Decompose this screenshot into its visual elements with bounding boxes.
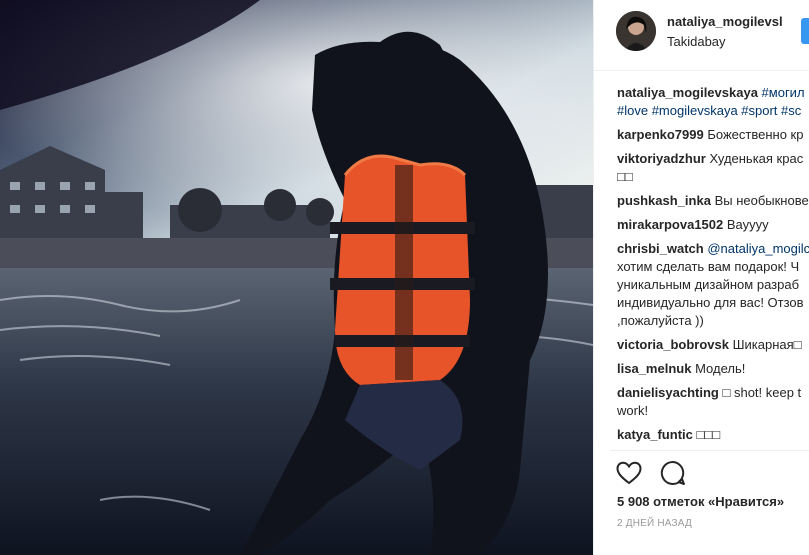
comment: chrisbi_watch @nataliya_mogilc хотим сде… (617, 240, 809, 330)
post-location[interactable]: Takidabay (667, 34, 726, 49)
comment: karpenko7999 Божественно кр (617, 126, 809, 144)
comment-text-line: уникальным дизайном разраб (617, 277, 800, 292)
comment-text: Модель! (695, 361, 746, 376)
comment-username[interactable]: katya_funtic (617, 427, 693, 442)
post-photo[interactable] (0, 0, 593, 555)
post-caption: nataliya_mogilevskaya #могил #love #mogi… (617, 84, 809, 120)
post-header: nataliya_mogilevsl Takidabay (594, 0, 809, 71)
owner-username[interactable]: nataliya_mogilevsl (667, 14, 783, 29)
caption-hashtags-line[interactable]: #love #mogilevskaya #sport #sc (617, 102, 809, 120)
comment-text: Худенькая крас (709, 151, 804, 166)
comment-username[interactable]: lisa_melnuk (617, 361, 691, 376)
comment-username[interactable]: victoria_bobrovsk (617, 337, 729, 352)
likes-count[interactable]: 5 908 отметок «Нравится» (617, 494, 784, 509)
comment-text-line: хотим сделать вам подарок! Ч (617, 259, 800, 274)
comment-text-line: ,пожалуйста )) (617, 313, 704, 328)
comment: lisa_melnuk Модель! (617, 360, 809, 378)
comment-text: Шикарная□ (732, 337, 802, 352)
comment-mention[interactable]: @nataliya_mogilc (707, 241, 809, 256)
comment-username[interactable]: viktoriyadzhur (617, 151, 706, 166)
comment: mirakarpova1502 Вауууу (617, 216, 809, 234)
comment: katya_funtic □□□ (617, 426, 809, 444)
comment-text: Вы необыкнове (714, 193, 809, 208)
comment: danielisyachting □ shot! keep t work! (617, 384, 809, 420)
comment: viktoriyadzhur Худенькая крас □□ (617, 150, 809, 186)
avatar[interactable] (616, 11, 656, 51)
comment: victoria_bobrovsk Шикарная□ (617, 336, 809, 354)
caption-username[interactable]: nataliya_mogilevskaya (617, 85, 758, 100)
comment-text: Вауууу (726, 217, 769, 232)
comment-text: Божественно кр (707, 127, 804, 142)
beach-photo-image (0, 0, 593, 555)
post-side-panel: nataliya_mogilevsl Takidabay nataliya_mo… (593, 0, 809, 555)
comment-text-continued: work! (617, 403, 649, 418)
comment-username[interactable]: danielisyachting (617, 385, 719, 400)
comment-text: □ shot! keep t (722, 385, 802, 400)
follow-button[interactable] (801, 18, 809, 44)
divider (610, 450, 809, 451)
comment-username[interactable]: mirakarpova1502 (617, 217, 723, 232)
comment-text: □□□ (696, 427, 721, 442)
comment-username[interactable]: karpenko7999 (617, 127, 704, 142)
comment-text-continued: □□ (617, 169, 633, 184)
post-date[interactable]: 2 ДНЕЙ НАЗАД (617, 518, 692, 529)
post-actions (616, 460, 700, 486)
comment-username[interactable]: pushkash_inka (617, 193, 711, 208)
comment: pushkash_inka Вы необыкнове (617, 192, 809, 210)
comment-username[interactable]: chrisbi_watch (617, 241, 704, 256)
caption-hashtag[interactable]: #могил (762, 85, 805, 100)
comment-icon[interactable] (660, 460, 686, 491)
comments-list: nataliya_mogilevskaya #могил #love #mogi… (617, 84, 809, 450)
heart-icon[interactable] (616, 461, 642, 490)
comment-text-line: индивидуально для вас! Отзов (617, 295, 804, 310)
